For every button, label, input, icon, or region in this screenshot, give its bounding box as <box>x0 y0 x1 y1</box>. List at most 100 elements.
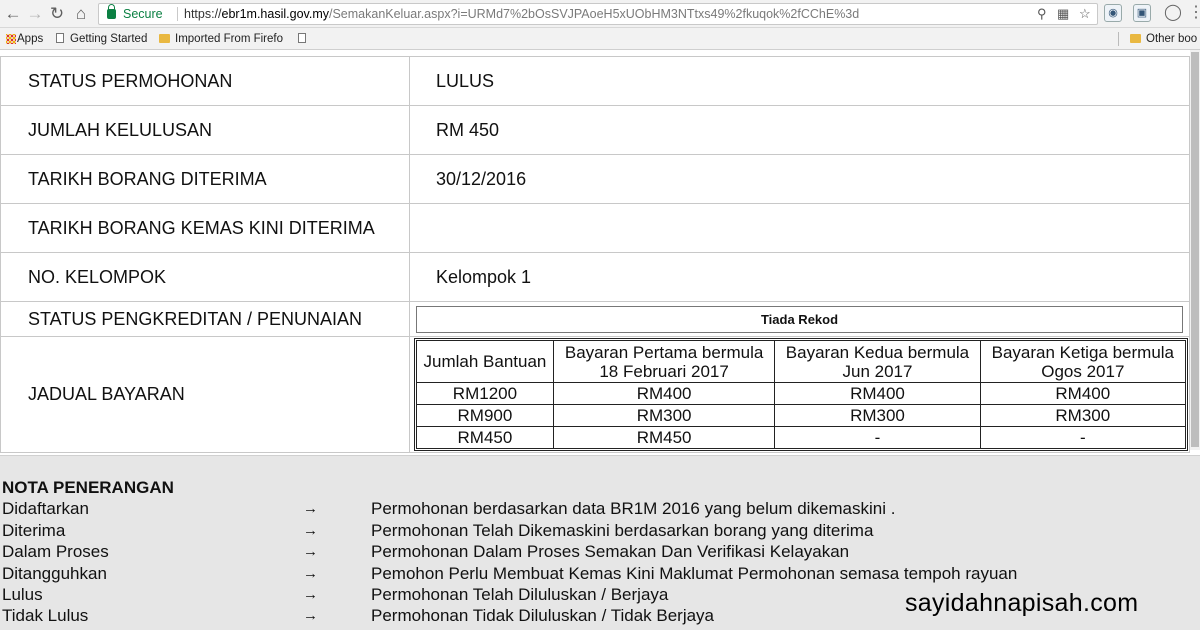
extension-icon[interactable]: ◉ <box>1104 4 1122 22</box>
note-term: Lulus <box>2 585 43 604</box>
approval-amount-value: RM 450 <box>409 105 1190 155</box>
payment-schedule-cell: Jumlah Bantuan Bayaran Pertama bermula 1… <box>409 336 1190 453</box>
note-term: Diterima <box>2 521 66 540</box>
table-row: RM1200 RM400 RM400 RM400 <box>416 382 1187 405</box>
right-arrow-icon: → <box>303 607 318 624</box>
url-host: ebr1m.hasil.gov.my <box>221 7 329 21</box>
note-term: Didaftarkan <box>2 499 89 518</box>
extension-2-icon[interactable]: ▣ <box>1133 4 1151 22</box>
form-received-date-value: 30/12/2016 <box>409 154 1190 204</box>
forward-arrow-icon[interactable]: → <box>24 3 46 25</box>
bookmark-star-icon[interactable]: ☆ <box>1079 4 1091 24</box>
bookmark-getting-started-label: Getting Started <box>70 33 148 45</box>
schedule-cell: RM300 <box>774 404 981 427</box>
schedule-cell: - <box>979 426 1187 449</box>
list-item: Ditangguhkan → Pemohon Perlu Membuat Kem… <box>2 563 1192 584</box>
url-text[interactable]: https://ebr1m.hasil.gov.my/SemakanKeluar… <box>184 4 859 24</box>
note-term: Dalam Proses <box>2 542 109 561</box>
batch-number-label: NO. KELOMPOK <box>0 252 410 302</box>
note-description: Permohonan berdasarkan data BR1M 2016 ya… <box>371 499 896 518</box>
back-arrow-icon[interactable]: ← <box>2 3 24 25</box>
update-form-date-value <box>409 203 1190 253</box>
batch-number-value: Kelompok 1 <box>409 252 1190 302</box>
notes-title: NOTA PENERANGAN <box>2 478 174 497</box>
table-row: TARIKH BORANG DITERIMA 30/12/2016 <box>0 154 1190 204</box>
table-row: STATUS PENGKREDITAN / PENUNAIAN Tiada Re… <box>0 301 1190 337</box>
home-icon[interactable]: ⌂ <box>70 3 92 25</box>
scrollbar-thumb[interactable] <box>1191 52 1199 447</box>
payment-schedule-table: Jumlah Bantuan Bayaran Pertama bermula 1… <box>414 338 1188 451</box>
folder-icon <box>1130 34 1141 43</box>
right-arrow-icon: → <box>303 522 318 539</box>
crediting-status-cell: Tiada Rekod <box>409 301 1190 337</box>
translate-icon[interactable]: ▦ <box>1057 4 1069 24</box>
url-path: /SemakanKeluar.aspx?i=URMd7%2bOsSVJPAoeH… <box>328 7 860 21</box>
address-bar[interactable]: Secure https://ebr1m.hasil.gov.my/Semaka… <box>98 3 1098 25</box>
list-item: Diterima → Permohonan Telah Dikemaskini … <box>2 520 1192 541</box>
schedule-cell: RM400 <box>774 382 981 405</box>
table-row: NO. KELOMPOK Kelompok 1 <box>0 252 1190 302</box>
schedule-cell: RM1200 <box>416 382 554 405</box>
schedule-header: Bayaran Ketiga bermula Ogos 2017 <box>979 340 1187 383</box>
schedule-cell: RM400 <box>552 382 776 405</box>
url-scheme: https:// <box>184 7 222 21</box>
schedule-cell: RM450 <box>416 426 554 449</box>
folder-icon <box>159 34 170 43</box>
list-item: Didaftarkan → Permohonan berdasarkan dat… <box>2 498 1192 519</box>
secure-label: Secure <box>123 7 163 21</box>
schedule-cell: RM400 <box>979 382 1187 405</box>
browser-toolbar: ← → ↻ ⌂ Secure https://ebr1m.hasil.gov.m… <box>0 0 1200 28</box>
address-separator <box>177 7 178 21</box>
schedule-cell: RM900 <box>416 404 554 427</box>
lock-icon <box>107 4 116 19</box>
reload-icon[interactable]: ↻ <box>46 3 68 25</box>
note-description: Permohonan Dalam Proses Semakan Dan Veri… <box>371 542 850 561</box>
list-item: Dalam Proses → Permohonan Dalam Proses S… <box>2 541 1192 562</box>
table-row: STATUS PERMOHONAN LULUS <box>0 56 1190 106</box>
schedule-cell: RM300 <box>552 404 776 427</box>
schedule-header: Bayaran Kedua bermula Jun 2017 <box>774 340 981 383</box>
payment-schedule-label: JADUAL BAYARAN <box>0 336 410 453</box>
update-form-date-label: TARIKH BORANG KEMAS KINI DITERIMA <box>0 203 410 253</box>
watermark: sayidahnapisah.com <box>905 589 1139 617</box>
bookmark-apps[interactable]: Apps <box>3 28 43 50</box>
table-row: TARIKH BORANG KEMAS KINI DITERIMA <box>0 203 1190 253</box>
schedule-header: Bayaran Pertama bermula 18 Februari 2017 <box>552 340 776 383</box>
bookmarks-bar: Apps Getting Started Imported From Firef… <box>0 28 1200 50</box>
bookmark-imported-firefox[interactable]: Imported From Firefo <box>159 28 283 50</box>
schedule-cell: - <box>774 426 981 449</box>
crediting-status-label: STATUS PENGKREDITAN / PENUNAIAN <box>0 301 410 337</box>
note-description: Permohonan Tidak Diluluskan / Tidak Berj… <box>371 606 715 625</box>
crediting-status-value: Tiada Rekod <box>416 305 1183 333</box>
status-table: STATUS PERMOHONAN LULUS JUMLAH KELULUSAN… <box>0 56 1190 453</box>
right-arrow-icon: → <box>303 586 318 603</box>
apps-grid-icon <box>6 34 16 44</box>
schedule-header: Jumlah Bantuan <box>416 340 554 383</box>
note-description: Pemohon Perlu Membuat Kemas Kini Makluma… <box>371 564 1018 583</box>
bookmark-apps-label: Apps <box>17 33 44 45</box>
table-row: JUMLAH KELULUSAN RM 450 <box>0 105 1190 155</box>
schedule-cell: RM450 <box>552 426 776 449</box>
bookmark-imported-label: Imported From Firefo <box>175 33 283 45</box>
bookmark-untitled[interactable] <box>298 28 312 50</box>
bookmark-other[interactable]: Other boo <box>1130 28 1197 50</box>
bookmark-other-label: Other boo <box>1146 33 1198 45</box>
note-description: Permohonan Telah Diluluskan / Berjaya <box>371 585 669 604</box>
note-term: Tidak Lulus <box>2 606 89 625</box>
form-received-date-label: TARIKH BORANG DITERIMA <box>0 154 410 204</box>
profile-icon[interactable]: ◯ <box>1164 2 1182 22</box>
note-description: Permohonan Telah Dikemaskini berdasarkan… <box>371 521 874 540</box>
menu-icon[interactable]: ⋮ <box>1188 2 1200 22</box>
notes-panel: NOTA PENERANGAN Didaftarkan → Permohonan… <box>0 455 1200 630</box>
schedule-cell: RM300 <box>979 404 1187 427</box>
status-label: STATUS PERMOHONAN <box>0 56 410 106</box>
bookmarks-divider <box>1118 32 1119 46</box>
bookmark-getting-started[interactable]: Getting Started <box>56 28 147 50</box>
zoom-icon[interactable]: ⚲ <box>1037 4 1047 24</box>
page-scrollbar[interactable] <box>1190 50 1200 450</box>
note-term: Ditangguhkan <box>2 564 107 583</box>
right-arrow-icon: → <box>303 500 318 517</box>
page-icon <box>298 33 306 43</box>
approval-amount-label: JUMLAH KELULUSAN <box>0 105 410 155</box>
right-arrow-icon: → <box>303 543 318 560</box>
